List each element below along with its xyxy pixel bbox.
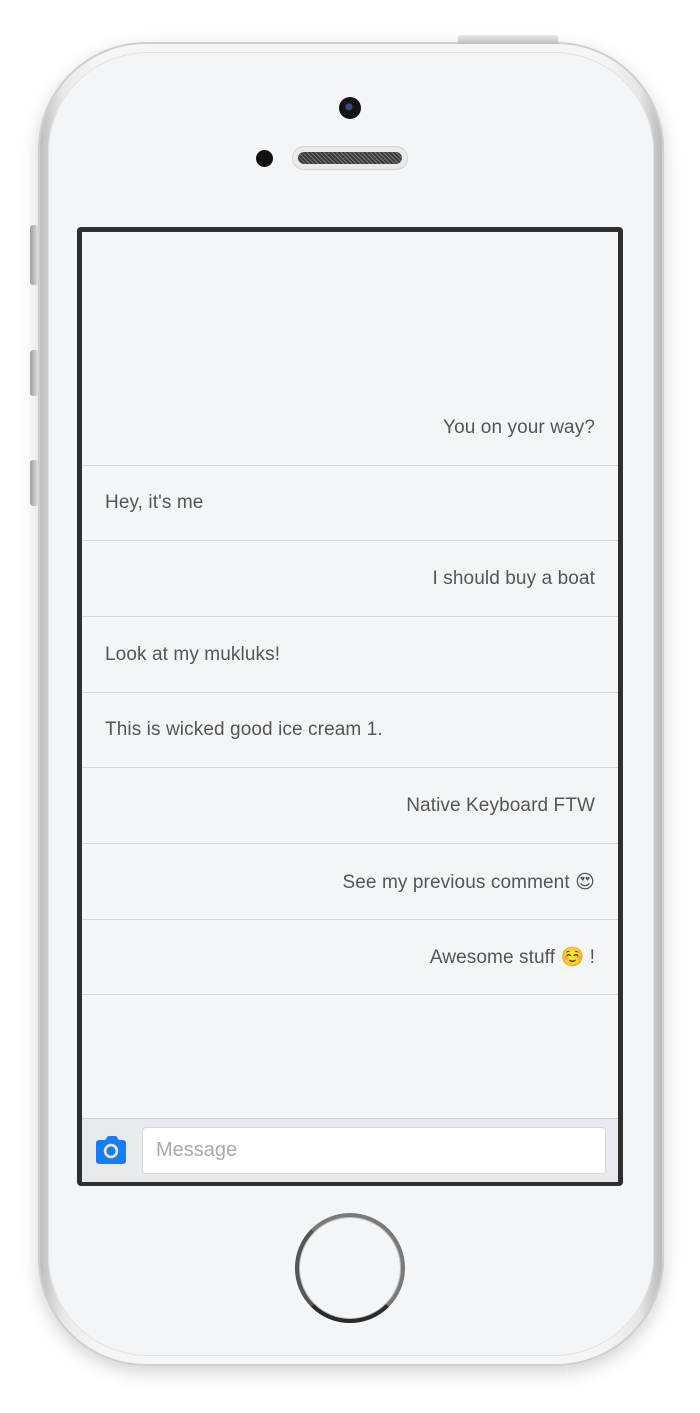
message-list: You on your way? Hey, it's me I should b… [82,232,618,1118]
earpiece-speaker [292,146,408,170]
message-text: Native Keyboard FTW [406,795,595,816]
camera-icon[interactable] [93,1132,129,1168]
front-camera [339,97,361,119]
composer-bar [82,1118,618,1182]
message-text: I should buy a boat [432,568,595,589]
message-row: You on your way? [82,391,618,466]
message-text: You on your way? [443,417,595,438]
message-row: See my previous comment 😍 [82,845,618,920]
home-button[interactable] [295,1213,405,1323]
proximity-sensor [256,150,273,167]
volume-up-button [30,350,38,396]
camera-button[interactable] [93,1132,129,1168]
message-input[interactable] [142,1127,606,1174]
screen: You on your way? Hey, it's me I should b… [82,232,618,1182]
message-text: Awesome stuff ☺️ ! [429,947,595,968]
message-row: Look at my mukluks! [82,618,618,693]
volume-down-button [30,460,38,506]
message-text: This is wicked good ice cream 1. [105,719,383,740]
message-row: Hey, it's me [82,466,618,541]
message-row: Awesome stuff ☺️ ! [82,920,618,995]
message-text: See my previous comment 😍 [342,871,595,893]
message-text: Hey, it's me [105,492,204,513]
power-button [458,35,558,44]
message-row: Native Keyboard FTW [82,769,618,844]
message-row: This is wicked good ice cream 1. [82,693,618,768]
message-text: Look at my mukluks! [105,644,281,665]
mute-switch [30,225,38,285]
message-row: I should buy a boat [82,542,618,617]
